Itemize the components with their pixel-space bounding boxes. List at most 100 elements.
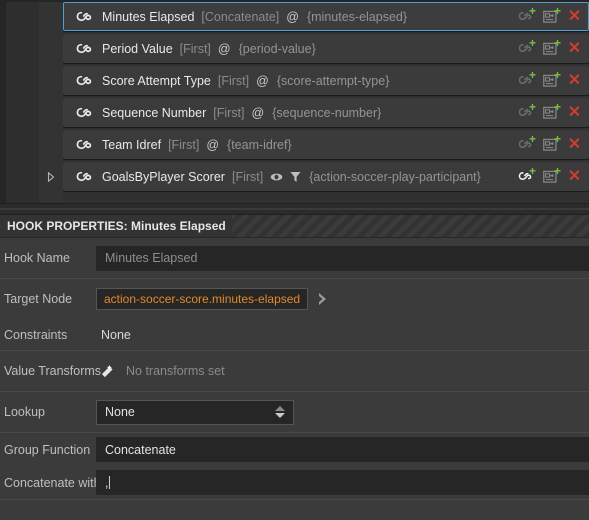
hook-editor-window: Minutes Elapsed [Concatenate] @ {minutes-el…: [0, 0, 589, 520]
hook-row-function: [First]: [217, 73, 250, 88]
add-link-icon[interactable]: +: [517, 132, 536, 153]
constraints-row: Constraints None: [0, 319, 589, 350]
hook-row-path: {score-attempt-type}: [276, 73, 390, 88]
plus-badge-icon: +: [528, 36, 536, 50]
hook-row-name: Sequence Number: [102, 105, 207, 120]
hook-row-path: {minutes-elapsed}: [306, 9, 408, 24]
hook-row-actions: + + ✕: [517, 67, 582, 94]
add-node-icon[interactable]: +: [542, 36, 561, 57]
add-link-icon[interactable]: +: [517, 36, 536, 57]
hook-row-name: Team Idref: [102, 137, 162, 152]
lookup-spinner-icon[interactable]: [275, 401, 285, 424]
group-function-row: Group Function Concatenate: [0, 433, 589, 466]
value-transforms-row: Value Transforms No transforms set: [0, 351, 589, 391]
target-node-chevron-right-icon[interactable]: [315, 291, 331, 307]
hook-list-outer-gutter: [6, 2, 39, 203]
hook-list-panel: Minutes Elapsed [Concatenate] @ {minutes-el…: [0, 0, 589, 203]
target-node-group: Target Node action-soccer-score.minutes-…: [0, 279, 589, 350]
plus-badge-icon: +: [553, 36, 561, 50]
expand-row-icon[interactable]: [47, 172, 57, 182]
concatenate-with-value: ,: [105, 475, 109, 490]
hook-name-input[interactable]: Minutes Elapsed: [96, 245, 589, 271]
hook-row-modifier-icons: [270, 171, 301, 183]
plus-badge-icon: +: [528, 4, 536, 18]
hook-row-function: [First]: [179, 41, 211, 56]
hook-row-at-symbol: @: [251, 105, 265, 120]
plus-badge-icon: +: [528, 68, 536, 82]
lookup-label: Lookup: [4, 405, 46, 419]
hook-row[interactable]: GoalsByPlayer Scorer [First] {action-socce…: [63, 162, 589, 191]
filter-icon[interactable]: [290, 171, 301, 183]
target-node-row: Target Node action-soccer-score.minutes-…: [0, 279, 589, 319]
add-link-icon[interactable]: +: [517, 4, 536, 25]
hook-link-icon: [72, 10, 98, 24]
lookup-group: Lookup None: [0, 392, 589, 432]
delete-hook-icon[interactable]: ✕: [567, 168, 582, 185]
delete-hook-icon[interactable]: ✕: [567, 104, 582, 121]
hook-row[interactable]: Team Idref [First] @ {team-idref} + + ✕: [63, 130, 589, 159]
plus-badge-icon: +: [553, 68, 561, 82]
concatenate-with-input[interactable]: ,: [96, 470, 589, 495]
value-transforms-value: No transforms set: [126, 364, 225, 378]
plus-badge-icon: +: [528, 164, 536, 178]
add-node-icon[interactable]: +: [542, 4, 561, 25]
chevron-down-icon: [275, 413, 285, 418]
group-function-group: Group Function Concatenate Concatenate w…: [0, 433, 589, 499]
concatenate-with-label: Concatenate with: [4, 475, 101, 490]
lookup-selected-value: None: [105, 405, 135, 419]
hook-row-at-symbol: @: [217, 41, 231, 56]
add-node-icon[interactable]: +: [542, 132, 561, 153]
hook-name-label: Hook Name: [4, 251, 70, 265]
add-node-icon[interactable]: +: [542, 164, 561, 185]
group-function-input[interactable]: Concatenate: [96, 437, 589, 462]
hook-name-row: Hook Name Minutes Elapsed: [0, 238, 589, 278]
add-link-icon[interactable]: +: [517, 101, 536, 121]
hook-row[interactable]: Period Value [First] @ {period-value} + + ✕: [63, 34, 589, 63]
hook-link-icon: [72, 138, 98, 152]
lookup-dropdown[interactable]: None: [96, 399, 294, 425]
chevron-up-icon: [275, 406, 285, 411]
hook-row-path: {period-value}: [238, 41, 316, 56]
plus-badge-icon: +: [553, 100, 561, 114]
hook-properties-header: HOOK PROPERTIES: Minutes Elapsed: [0, 215, 589, 238]
value-transforms-label: Value Transforms: [4, 364, 102, 378]
hook-row[interactable]: Sequence Number [First] @ {sequence-number}…: [63, 98, 589, 127]
hook-row-path: {sequence-number}: [272, 105, 382, 120]
hook-link-icon: [72, 170, 98, 184]
hook-link-icon: [72, 74, 98, 88]
delete-hook-icon[interactable]: ✕: [567, 8, 582, 25]
constraints-value[interactable]: None: [96, 328, 131, 342]
hook-row-name: Period Value: [102, 41, 173, 56]
add-node-icon[interactable]: +: [542, 100, 561, 121]
delete-hook-icon[interactable]: ✕: [567, 72, 582, 89]
hook-row[interactable]: Score Attempt Type [First] @ {score-attempt…: [63, 66, 589, 95]
hook-row-path: {action-soccer-play-participant}: [309, 169, 481, 184]
hook-row-name: GoalsByPlayer Scorer: [102, 169, 225, 184]
hook-row[interactable]: Minutes Elapsed [Concatenate] @ {minutes-el…: [63, 2, 589, 31]
plus-badge-icon: +: [553, 164, 561, 178]
add-link-icon[interactable]: +: [517, 68, 536, 89]
plus-badge-icon: +: [553, 4, 561, 18]
hook-row-at-symbol: @: [286, 9, 299, 24]
hook-link-icon: [72, 106, 98, 120]
plus-badge-icon: +: [528, 132, 536, 146]
target-node-value[interactable]: action-soccer-score.minutes-elapsed: [96, 288, 309, 310]
delete-hook-icon[interactable]: ✕: [567, 40, 582, 57]
panel-splitter[interactable]: [0, 203, 589, 215]
hook-row-actions: + + ✕: [517, 3, 582, 30]
group-function-label: Group Function: [4, 442, 91, 457]
hook-row-function: [First]: [213, 105, 245, 120]
hook-row-actions: + + ✕: [517, 99, 582, 126]
plus-badge-icon: +: [553, 132, 561, 146]
add-node-icon[interactable]: +: [542, 68, 561, 89]
add-link-icon[interactable]: +: [517, 164, 536, 185]
hook-row-actions: + + ✕: [517, 163, 582, 190]
eye-icon[interactable]: [270, 172, 283, 182]
hook-row-path: {team-idref}: [227, 137, 292, 152]
magic-wand-icon[interactable]: [96, 364, 118, 379]
text-caret: [109, 476, 111, 489]
concatenate-with-row: Concatenate with ,: [0, 466, 589, 499]
hook-properties-title: HOOK PROPERTIES: Minutes Elapsed: [0, 215, 232, 237]
lookup-row: Lookup None: [0, 392, 589, 432]
delete-hook-icon[interactable]: ✕: [567, 136, 582, 153]
